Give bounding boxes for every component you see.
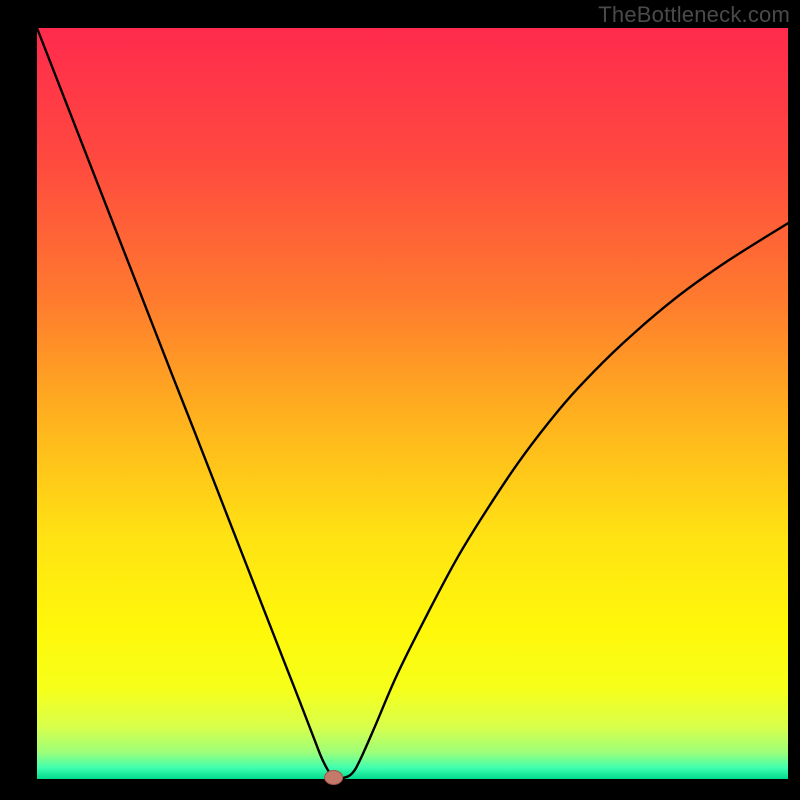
- optimum-marker: [325, 770, 343, 784]
- plot-background: [37, 28, 788, 779]
- watermark-text: TheBottleneck.com: [598, 2, 790, 28]
- bottleneck-chart: [0, 0, 800, 800]
- chart-container: TheBottleneck.com: [0, 0, 800, 800]
